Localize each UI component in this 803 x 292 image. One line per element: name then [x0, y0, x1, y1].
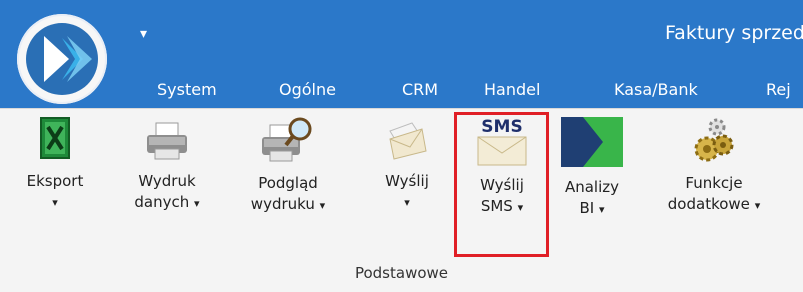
ribbon-group-label: Podstawowe	[354, 264, 449, 282]
tab-kasa-bank[interactable]: Kasa/Bank	[614, 80, 698, 99]
funkcje-dodatkowe-button[interactable]: Funkcje dodatkowe ▾	[648, 115, 780, 216]
app-logo-icon[interactable]	[17, 14, 107, 104]
envelope-icon	[389, 122, 427, 160]
excel-icon	[40, 117, 70, 159]
sms-highlight-box	[454, 112, 549, 257]
podglad-wydruku-button[interactable]: Podgląd wydruku ▾	[238, 115, 338, 216]
tab-system[interactable]: System	[157, 80, 217, 99]
button-label: Funkcje	[685, 174, 743, 192]
button-label: Eksport	[26, 172, 84, 190]
quick-access-dropdown[interactable]: ▾	[140, 26, 147, 42]
tab-rej[interactable]: Rej	[766, 80, 791, 99]
dropdown-caret[interactable]: ▾	[16, 192, 94, 213]
analytics-bi-icon	[561, 117, 623, 167]
dropdown-caret[interactable]: ▾	[320, 199, 326, 212]
gears-icon	[694, 118, 734, 162]
button-label: dodatkowe	[667, 195, 750, 213]
dropdown-caret[interactable]: ▾	[599, 203, 605, 216]
dropdown-caret[interactable]: ▾	[755, 199, 761, 212]
ribbon-panel: Eksport ▾ Wydruk danych ▾ Podgląd wydruk	[0, 108, 803, 292]
eksport-button[interactable]: Eksport ▾	[16, 115, 94, 213]
dropdown-caret[interactable]: ▾	[372, 192, 442, 213]
tab-crm[interactable]: CRM	[402, 80, 438, 99]
button-label: danych	[134, 193, 190, 211]
button-label: Analizy	[564, 178, 620, 196]
window-title: Faktury sprzed	[665, 22, 803, 44]
tab-handel[interactable]: Handel	[484, 80, 540, 99]
button-label: BI	[579, 199, 595, 217]
button-label: Podgląd	[258, 174, 318, 192]
print-preview-icon	[262, 117, 312, 162]
wydruk-danych-button[interactable]: Wydruk danych ▾	[122, 115, 212, 214]
title-bar: ▾ Faktury sprzed System Ogólne CRM Hande…	[0, 0, 803, 108]
button-label: wydruku	[250, 195, 315, 213]
wyslij-button[interactable]: Wyślij ▾	[372, 115, 442, 213]
printer-icon	[147, 122, 187, 160]
tab-ogolne[interactable]: Ogólne	[279, 80, 336, 99]
analizy-bi-button[interactable]: Analizy BI ▾	[557, 115, 627, 220]
button-label: Wydruk	[138, 172, 196, 190]
dropdown-caret[interactable]: ▾	[194, 197, 200, 210]
button-label: Wyślij	[385, 172, 429, 190]
